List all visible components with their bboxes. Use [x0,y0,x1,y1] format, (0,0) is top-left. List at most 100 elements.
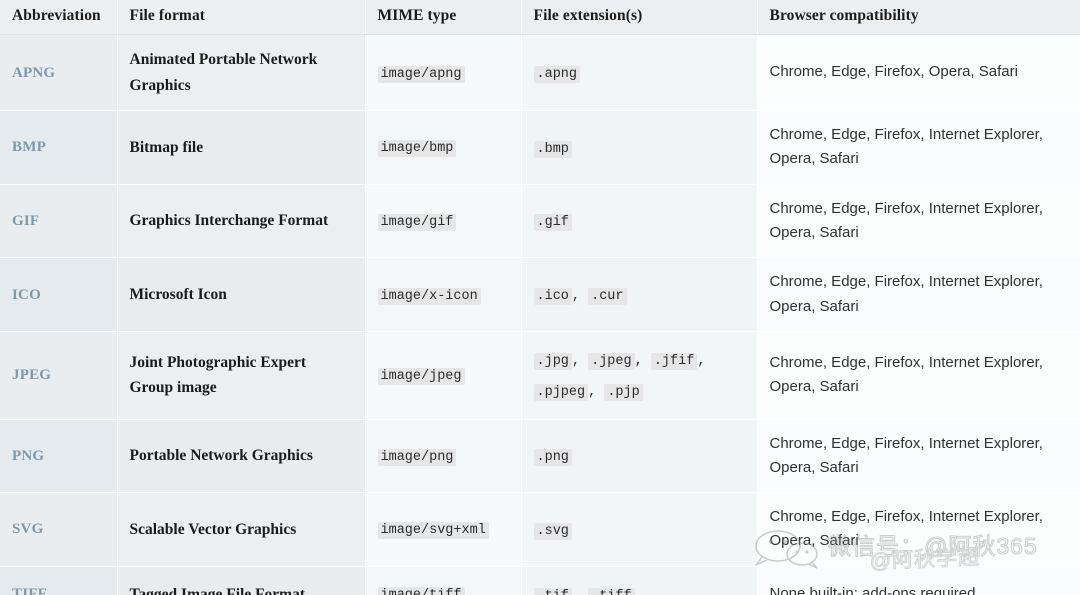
file-format-text: Graphics Interchange Format [129,212,329,230]
file-extension-code: .jpeg [588,352,635,370]
cell-mime-type: image/svg+xml [365,492,522,567]
file-extension-code: .jfif [650,352,698,370]
mime-type-code: image/gif [377,214,457,232]
browser-compatibility-text: None built-in; add-ons required [769,585,976,595]
file-extension-code: .pjp [604,384,643,402]
cell-abbreviation: PNG [0,419,118,494]
column-header-file-format: File format [117,0,366,35]
file-format-text: Microsoft Icon [129,285,227,303]
cell-file-extensions: .svg [521,492,758,567]
table-body: APNG Animated Portable Network Graphics im… [0,34,1080,595]
cell-file-extensions: .ico, .cur [521,257,758,332]
file-format-text: Joint Photographic Expert Group image [129,353,307,397]
file-extension-code: .tif [533,587,572,595]
file-extension-code: .bmp [533,140,572,158]
mime-type-code: image/x-icon [377,287,481,305]
file-extension-code: .cur [588,287,627,305]
column-header-file-extensions: File extension(s) [521,0,758,35]
browser-compatibility-text: Chrome, Edge, Firefox, Opera, Safari [769,63,1018,81]
extension-separator: , [588,385,605,401]
table-row: TIFF Tagged Image File Format image/tiff .t… [0,566,1080,595]
cell-file-format: Joint Photographic Expert Group image [117,331,366,420]
table-row: APNG Animated Portable Network Graphics im… [0,34,1080,112]
cell-file-format: Microsoft Icon [117,257,366,332]
table-row: JPEG Joint Photographic Expert Group imag… [0,331,1080,420]
mime-type-code: image/jpeg [377,368,465,386]
file-extension-code: .svg [533,522,572,540]
cell-file-extensions: .png [521,419,758,494]
file-extension-code: .png [533,449,572,467]
cell-mime-type: image/png [365,419,522,494]
file-extension-code: .apng [533,65,581,83]
browser-compatibility-text: Chrome, Edge, Firefox, Internet Explorer… [769,273,1043,315]
cell-file-extensions: .tif, .tiff [521,566,758,595]
mime-type-code: image/bmp [377,140,457,158]
abbreviation-link[interactable]: APNG [12,65,55,81]
table-header: Abbreviation File format MIME type File … [0,0,1080,35]
file-format-text: Animated Portable Network Graphics [129,51,318,94]
cell-file-format: Portable Network Graphics [117,419,366,494]
file-extension-code: .ico [533,287,572,305]
cell-abbreviation: BMP [0,110,118,185]
abbreviation-link[interactable]: PNG [12,448,44,464]
extension-list: .png [533,447,572,467]
table-row: GIF Graphics Interchange Format image/gif.… [0,184,1080,259]
file-format-text: Bitmap file [129,138,204,156]
extension-separator: , [572,589,588,595]
cell-file-extensions: .bmp [521,110,758,185]
file-extension-code: .tiff [588,587,635,595]
cell-mime-type: image/tiff [365,566,522,595]
browser-compatibility-text: Chrome, Edge, Firefox, Internet Explorer… [769,199,1043,242]
cell-mime-type: image/x-icon [365,257,522,332]
cell-mime-type: image/bmp [365,110,522,185]
extension-list: .svg [533,521,572,540]
browser-compatibility-text: Chrome, Edge, Firefox, Internet Explorer… [769,126,1043,168]
extension-separator: , [697,353,706,369]
column-header-mime-type: MIME type [365,0,522,35]
cell-browser-compatibility: Chrome, Edge, Firefox, Opera, Safari [757,34,1080,112]
cell-mime-type: image/jpeg [365,331,522,420]
image-formats-table: Abbreviation File format MIME type File … [0,0,1080,595]
extension-list: .tif, .tiff [533,586,635,595]
column-header-browser-compatibility: Browser compatibility [757,0,1080,35]
cell-file-format: Tagged Image File Format [117,566,366,595]
cell-abbreviation: GIF [0,184,118,259]
extension-list: .ico, .cur [533,286,627,305]
cell-file-extensions: .jpg, .jpeg, .jfif, .pjpeg, .pjp [521,331,758,420]
table-row: ICO Microsoft Icon image/x-icon .ico, .cur C… [0,257,1080,332]
file-format-text: Portable Network Graphics [129,447,313,465]
cell-file-format: Scalable Vector Graphics [117,492,366,567]
cell-file-format: Animated Portable Network Graphics [117,34,366,112]
abbreviation-link[interactable]: SVG [12,521,43,537]
table-row: PNG Portable Network Graphics image/png .pn… [0,419,1080,494]
extension-list: .gif [533,212,572,232]
cell-browser-compatibility: None built-in; add-ons required [757,566,1080,595]
cell-file-extensions: .gif [521,184,758,259]
extension-separator: , [571,353,589,369]
cell-browser-compatibility: Chrome, Edge, Firefox, Internet Explorer… [757,419,1080,494]
table-header-row: Abbreviation File format MIME type File … [0,0,1080,35]
cell-browser-compatibility: Chrome, Edge, Firefox, Internet Explorer… [757,257,1080,332]
file-extension-code: .pjpeg [533,384,589,402]
table-row: BMP Bitmap file image/bmp .bmp Chrome, Edge,… [0,110,1080,185]
cell-file-format: Bitmap file [117,110,366,185]
abbreviation-link[interactable]: ICO [12,287,41,303]
extension-list: .apng [533,64,581,83]
image-formats-table-container: Abbreviation File format MIME type File … [0,0,1080,595]
abbreviation-link[interactable]: BMP [12,139,46,155]
abbreviation-link[interactable]: GIF [12,213,39,229]
cell-browser-compatibility: Chrome, Edge, Firefox, Internet Explorer… [757,331,1080,420]
browser-compatibility-text: Chrome, Edge, Firefox, Internet Explorer… [769,434,1043,476]
abbreviation-link[interactable]: TIFF [12,586,47,595]
cell-file-extensions: .apng [521,34,758,112]
cell-abbreviation: ICO [0,257,118,332]
cell-mime-type: image/apng [365,34,522,112]
mime-type-code: image/tiff [377,587,465,595]
mime-type-code: image/apng [377,65,465,83]
abbreviation-link[interactable]: JPEG [12,367,51,383]
cell-browser-compatibility: Chrome, Edge, Firefox, Internet Explorer… [757,184,1080,259]
cell-file-format: Graphics Interchange Format [117,184,366,259]
table-row: SVG Scalable Vector Graphics image/svg+xml… [0,492,1080,567]
file-format-text: Scalable Vector Graphics [129,520,297,538]
cell-abbreviation: JPEG [0,331,118,420]
